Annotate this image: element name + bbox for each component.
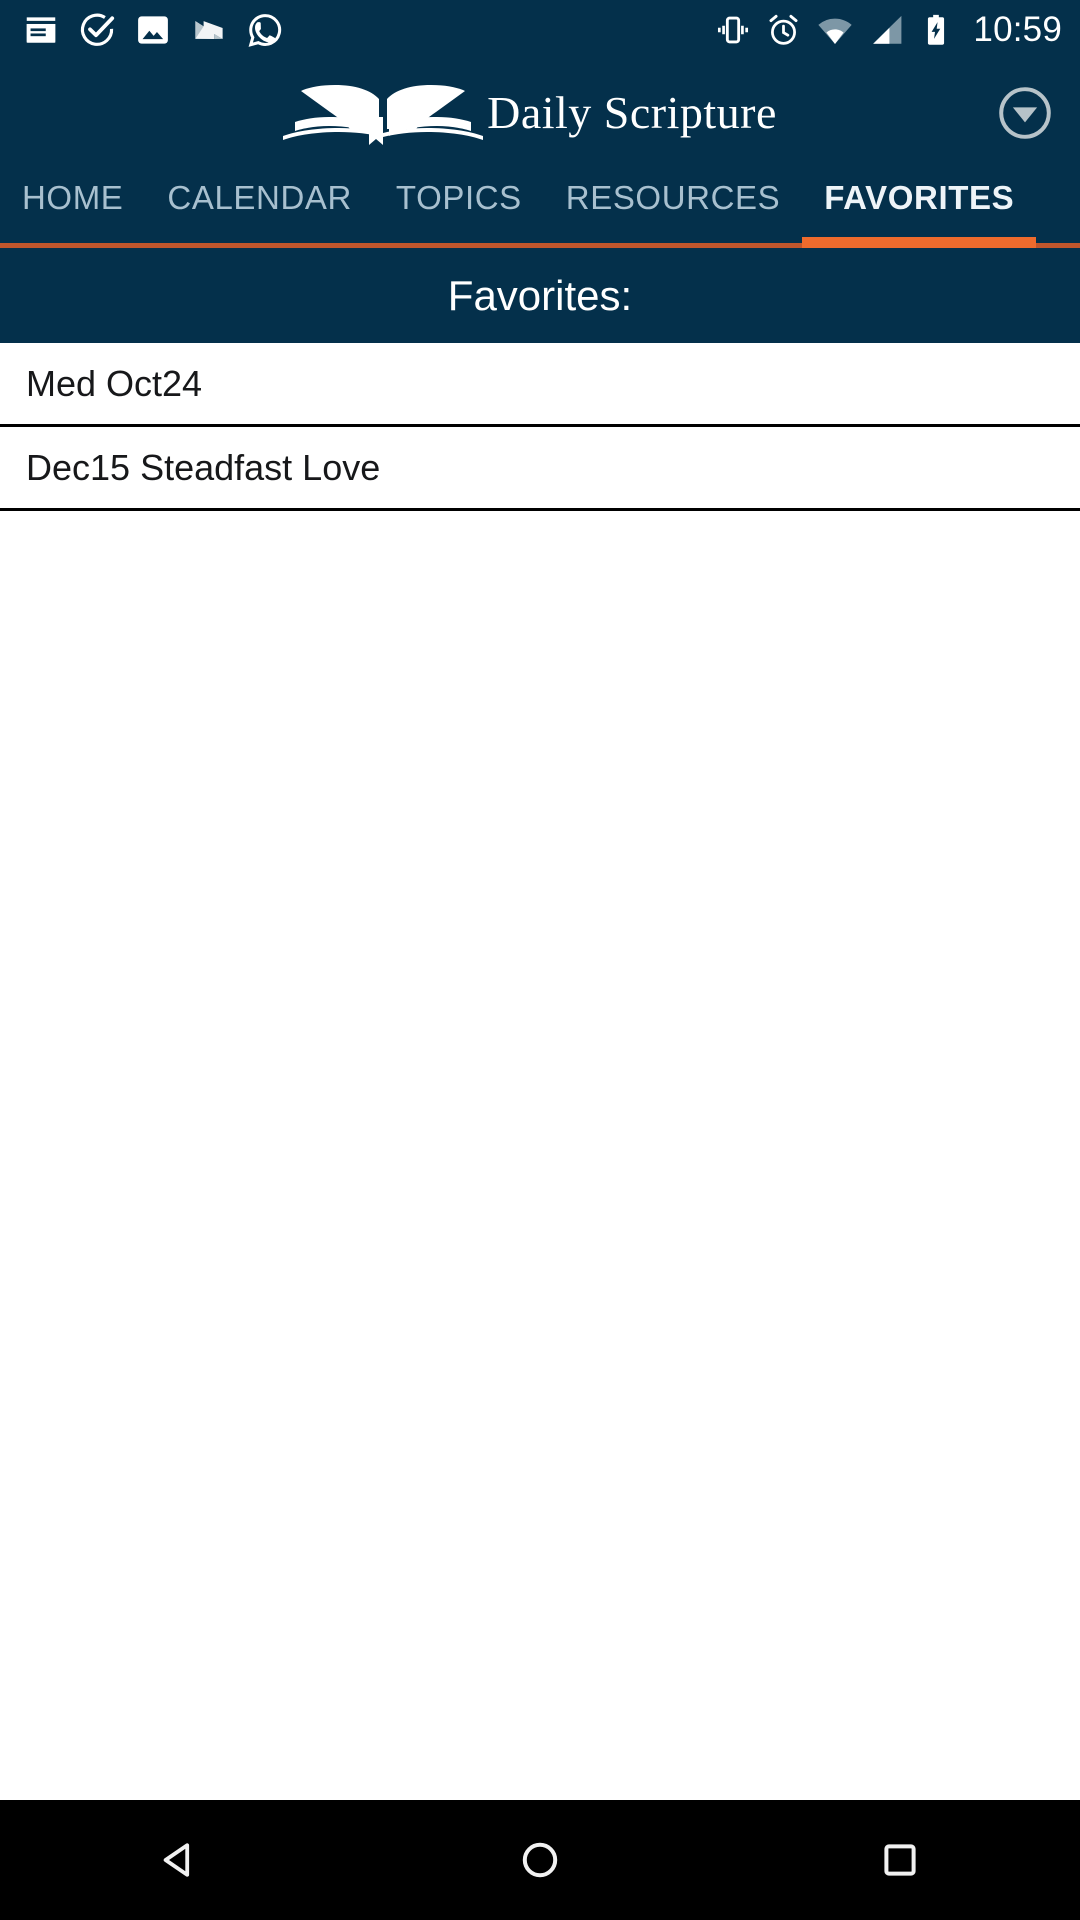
status-bar-clock: 10:59 <box>973 10 1062 49</box>
notes-icon <box>22 11 60 49</box>
status-bar-notification-icons <box>22 11 716 49</box>
whatsapp-icon <box>246 11 284 49</box>
status-bar-system-icons: 10:59 <box>716 10 1062 50</box>
chevron-down-circle-icon[interactable] <box>996 84 1054 142</box>
home-button[interactable] <box>465 1800 615 1920</box>
status-bar: 10:59 <box>0 0 1080 60</box>
app-bar: Daily Scripture <box>0 60 1080 165</box>
list-item[interactable]: Dec15 Steadfast Love <box>0 427 1080 511</box>
app-title: Daily Scripture <box>487 87 777 138</box>
recents-square-icon <box>884 1844 916 1876</box>
tab-home[interactable]: HOME <box>0 165 145 243</box>
open-book-icon <box>283 73 484 153</box>
battery-charging-icon <box>921 13 951 47</box>
list-item[interactable]: Med Oct24 <box>0 343 1080 427</box>
page-title: Favorites: <box>0 248 1080 343</box>
tab-topics[interactable]: TOPICS <box>374 165 544 243</box>
tab-resources[interactable]: RESOURCES <box>544 165 802 243</box>
app-brand: Daily Scripture <box>283 73 777 153</box>
tab-calendar[interactable]: CALENDAR <box>145 165 374 243</box>
favorites-list: Med Oct24 Dec15 Steadfast Love <box>0 343 1080 1800</box>
task-check-icon <box>78 11 116 49</box>
nougat-icon <box>190 11 228 49</box>
wifi-icon <box>817 12 853 48</box>
recents-button[interactable] <box>825 1800 975 1920</box>
tab-bar: HOME CALENDAR TOPICS RESOURCES FAVORITES <box>0 165 1080 248</box>
android-navigation-bar <box>0 1800 1080 1920</box>
signal-icon <box>869 12 905 48</box>
photos-icon <box>134 11 172 49</box>
tab-favorites[interactable]: FAVORITES <box>802 165 1037 248</box>
alarm-icon <box>766 13 801 48</box>
phone-screen: 10:59 Daily Scripture HOME CALENDAR TOPI… <box>0 0 1080 1920</box>
vibrate-icon <box>716 13 750 47</box>
back-triangle-icon <box>163 1843 190 1877</box>
back-button[interactable] <box>105 1800 255 1920</box>
home-circle-icon <box>522 1842 558 1878</box>
